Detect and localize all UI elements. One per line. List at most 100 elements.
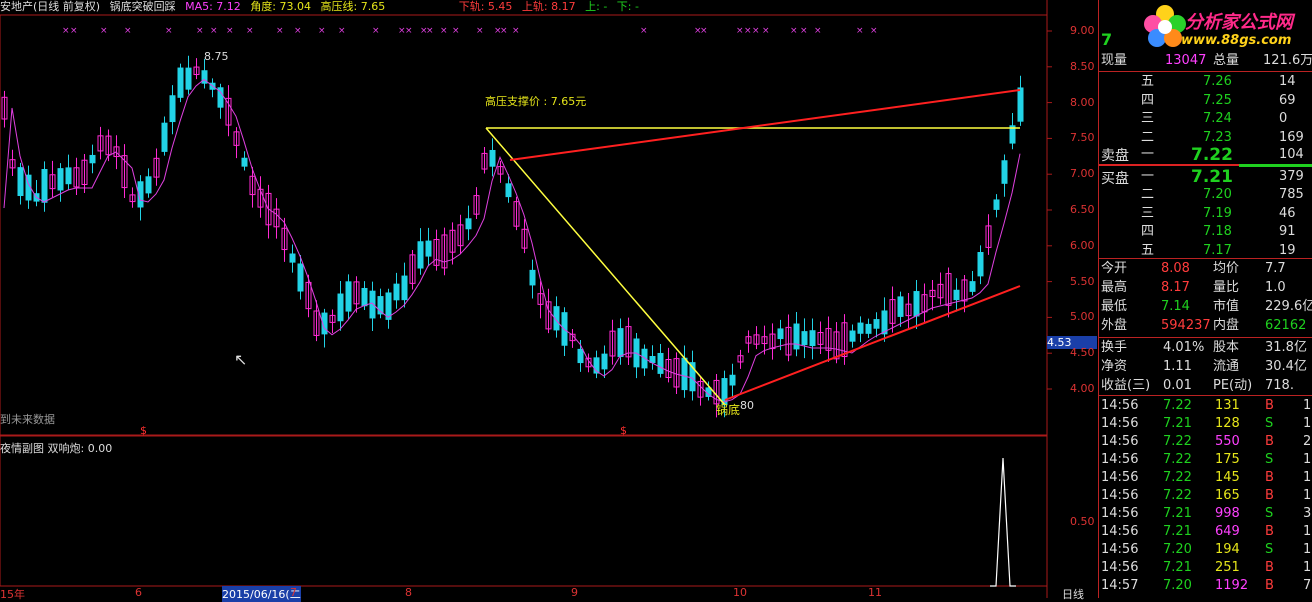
date-label: 11: [868, 586, 882, 599]
tick-row-cell: B: [1265, 524, 1274, 539]
candle-body: [417, 241, 424, 269]
tick-row: 14:56 7.22 175 S 1: [1099, 451, 1312, 469]
tick-row-cell: 14:56: [1101, 560, 1139, 575]
now-vol-label: 现量: [1101, 53, 1128, 68]
svg-text:×: ×: [405, 26, 413, 36]
tick-row-cell: 251: [1215, 560, 1240, 575]
tick-row: 14:56 7.22 145 B 1: [1099, 469, 1312, 487]
stock-code-head: 7: [1101, 30, 1113, 49]
tick-row-cell: 128: [1215, 416, 1240, 431]
price-tick: 5.00: [1070, 310, 1095, 324]
candle-body: [793, 323, 800, 350]
candle-body: [969, 281, 976, 292]
upper-rail-value: 上轨: 8.17: [521, 0, 576, 13]
candle-body: [801, 331, 808, 346]
svg-text:×: ×: [372, 26, 380, 36]
candle-body: [89, 154, 96, 164]
tick-row-cell: 7.21: [1163, 524, 1192, 539]
stat-row-cell: 8.08: [1161, 261, 1190, 276]
stat-row-cell: 最高: [1101, 280, 1128, 295]
svg-text:×: ×: [165, 26, 173, 36]
ask-level-cell: 7.22: [1191, 145, 1233, 165]
ask-level: 二 7.23 169: [1099, 129, 1312, 147]
bid-level-cell: 二: [1141, 187, 1155, 202]
price-tick: 6.50: [1070, 203, 1095, 216]
candle-body: [993, 199, 1000, 210]
tick-row-cell: 1: [1303, 416, 1312, 431]
candle-body: [681, 357, 688, 391]
tick-row-cell: 998: [1215, 506, 1240, 521]
stat2-row-cell: 1.11: [1163, 359, 1192, 374]
candle-body: [873, 319, 880, 329]
candle-body: [529, 269, 536, 286]
candle-body: [953, 289, 960, 301]
ask-level-cell: 69: [1279, 92, 1296, 108]
stat-row: 最低 7.14 市值 229.6亿: [1099, 298, 1312, 316]
bottom-annotation: 锅底: [716, 403, 741, 417]
stat2-row-cell: 流通: [1213, 359, 1240, 374]
candle-body: [505, 183, 512, 198]
cursor-icon: ↖: [234, 350, 248, 369]
tick-row-cell: 14:56: [1101, 398, 1139, 413]
candle-body: [289, 253, 296, 263]
bid-level: 二 7.20 785: [1099, 186, 1312, 204]
tick-row-cell: 131: [1215, 398, 1240, 413]
tick-row-cell: 7.22: [1163, 452, 1192, 467]
svg-text:×: ×: [762, 26, 770, 36]
svg-text:×: ×: [800, 26, 808, 36]
bid-level-cell: 三: [1141, 205, 1155, 221]
stat2-row-cell: 4.01%: [1163, 340, 1205, 355]
svg-text:×: ×: [512, 26, 520, 36]
bid-level-cell: 379: [1279, 169, 1304, 184]
bottom-value: 80: [740, 399, 754, 412]
candle-body: [41, 169, 48, 203]
bid-ask-bar: [1239, 164, 1312, 167]
tick-row-cell: 14:56: [1101, 434, 1139, 449]
candle-body: [177, 67, 184, 98]
tick-row-cell: 1: [1303, 560, 1312, 575]
tick-row-cell: 14:56: [1101, 524, 1139, 539]
tick-row-cell: 145: [1215, 470, 1240, 485]
tick-row-cell: S: [1265, 452, 1274, 467]
tick-row-cell: B: [1265, 398, 1274, 413]
now-vol: 13047: [1165, 53, 1207, 68]
resist-value: 高压线: 7.65: [320, 0, 386, 13]
price-tick: 8.00: [1070, 95, 1095, 109]
bid-level-cell: 7.20: [1203, 187, 1232, 202]
candle-body: [977, 252, 984, 277]
bid-level: 三 7.19 46: [1099, 205, 1312, 223]
bid-level: 五 7.17 19: [1099, 242, 1312, 260]
bid-level: 四 7.18 91: [1099, 223, 1312, 241]
svg-text:×: ×: [744, 26, 752, 36]
tick-row: 14:56 7.21 128 S 1: [1099, 415, 1312, 433]
upper-channel-line: [509, 89, 1021, 161]
kline-chart[interactable]: × × × × × × × × × × × × × × × × ×× × × × ×× × × ×× × × × × × × × × ×$ $: [0, 0, 1098, 598]
price-tick: 6.00: [1070, 238, 1095, 252]
tick-row-cell: 1: [1303, 488, 1312, 503]
svg-text:×: ×: [318, 26, 326, 36]
price-tick: 9.00: [1070, 24, 1095, 37]
candle-body: [57, 168, 64, 191]
tick-row-cell: 7.20: [1163, 542, 1192, 557]
price-tick: 4.00: [1070, 382, 1095, 395]
ask-level-cell: 169: [1279, 129, 1304, 145]
period-label[interactable]: 日线: [1062, 586, 1084, 602]
stat2-row-cell: 31.8亿: [1265, 340, 1307, 355]
date-label: 15年: [0, 588, 25, 601]
bid-level-cell: 7.19: [1203, 205, 1232, 221]
tick-row-cell: 7.22: [1163, 398, 1192, 413]
tick-row-cell: 14:56: [1101, 542, 1139, 557]
candle-body: [897, 296, 904, 317]
tick-row-cell: 1192: [1215, 578, 1249, 593]
stat-row-cell: 量比: [1213, 280, 1240, 295]
candle-body: [465, 218, 472, 230]
candle-body: [425, 240, 432, 257]
tick-row-cell: 7.22: [1163, 434, 1192, 449]
svg-text:×: ×: [226, 26, 234, 36]
angle-value: 角度: 73.04: [250, 0, 312, 13]
chart-title-bar: 安地产(日线 前复权) 锅底突破回踩 MA5: 7.12 角度: 73.04 高…: [0, 0, 645, 14]
sub-chart-name: 夜情副图: [0, 442, 44, 455]
tick-row-cell: 7: [1303, 578, 1312, 593]
price-tick: 5.50: [1070, 274, 1095, 288]
tick-row-cell: B: [1265, 470, 1274, 485]
